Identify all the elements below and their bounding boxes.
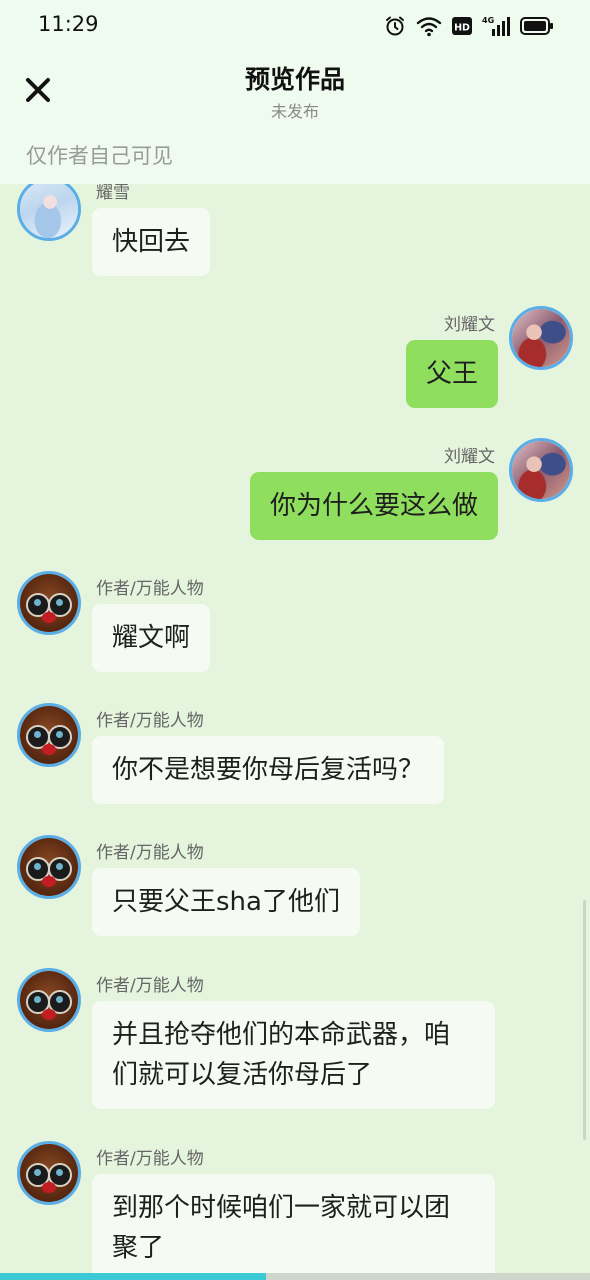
owl-avatar-image [20, 838, 78, 896]
avatar[interactable] [17, 835, 81, 899]
visibility-note: 仅作者自己可见 [26, 144, 173, 168]
message-bubble[interactable]: 到那个时候咱们一家就可以团聚了 [92, 1174, 495, 1274]
sender-name: 刘耀文 [444, 447, 495, 467]
page-subtitle: 未发布 [270, 102, 319, 121]
female-avatar-image [20, 184, 78, 238]
owl-avatar-image [20, 1144, 78, 1202]
message-bubble[interactable]: 只要父王sha了他们 [92, 868, 360, 936]
status-bar: 11:29 HD 4G [0, 0, 590, 52]
avatar[interactable] [17, 571, 81, 635]
alarm-icon [384, 15, 406, 37]
avatar[interactable] [17, 1141, 81, 1205]
sender-name: 作者/万能人物 [96, 711, 204, 731]
sender-name: 刘耀文 [444, 315, 495, 335]
battery-icon [520, 16, 554, 36]
wifi-icon [416, 15, 442, 37]
message-bubble[interactable]: 耀文啊 [92, 604, 211, 672]
sender-name: 作者/万能人物 [96, 976, 204, 996]
status-time: 11:29 [38, 12, 99, 36]
message-bubble[interactable]: 你不是想要你母后复活吗？ [92, 736, 445, 804]
hd-label: HD [454, 23, 470, 34]
signal-4g-icon: 4G [482, 15, 510, 37]
avatar[interactable] [509, 306, 573, 370]
playback-progress-fill [0, 1273, 266, 1280]
owl-avatar-image [20, 574, 78, 632]
page-title: 预览作品 [244, 65, 345, 94]
message-bubble[interactable]: 父王 [405, 340, 498, 408]
male-avatar-image [512, 441, 570, 499]
avatar[interactable] [509, 438, 573, 502]
hd-icon: HD [452, 16, 472, 36]
message-bubble[interactable]: 快回去 [92, 208, 211, 276]
header: 预览作品 未发布 仅作者自己可见 [0, 52, 590, 184]
playback-progress-bar[interactable] [0, 1273, 590, 1280]
chat-area[interactable]: 耀雪 快回去 刘耀文 父王 刘耀文 你为什么要这么做 作者/万能人物 耀文啊 作… [0, 184, 590, 1274]
avatar[interactable] [17, 968, 81, 1032]
owl-avatar-image [20, 971, 78, 1029]
scrollbar[interactable] [583, 900, 586, 1140]
male-avatar-image [512, 309, 570, 367]
avatar[interactable] [17, 184, 81, 241]
sender-name: 作者/万能人物 [96, 579, 204, 599]
sender-name: 作者/万能人物 [96, 1149, 204, 1169]
sender-name: 耀雪 [96, 184, 130, 203]
message-bubble[interactable]: 并且抢夺他们的本命武器，咱们就可以复活你母后了 [92, 1001, 495, 1109]
sender-name: 作者/万能人物 [96, 843, 204, 863]
owl-avatar-image [20, 706, 78, 764]
status-icons: HD 4G [384, 12, 554, 40]
message-bubble[interactable]: 你为什么要这么做 [249, 472, 498, 540]
network-label: 4G [482, 16, 494, 25]
avatar[interactable] [17, 703, 81, 767]
